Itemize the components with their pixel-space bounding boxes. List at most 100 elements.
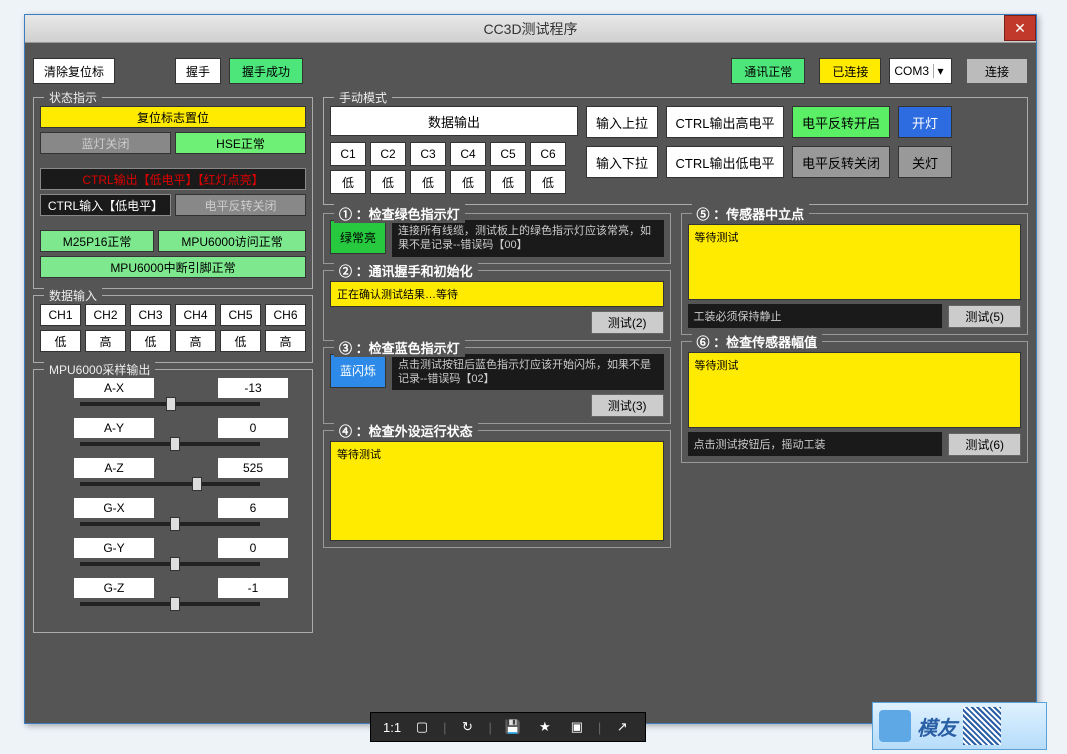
- mpu-3-value: 6: [218, 498, 288, 518]
- step-4: ④ ：检查外设运行状态 等待测试: [323, 430, 671, 548]
- input-pulldown-button[interactable]: 输入下拉: [586, 146, 658, 178]
- c3-button[interactable]: C3: [410, 142, 446, 166]
- step-2-title: ② ：通讯握手和初始化: [334, 261, 478, 280]
- ch3-label: CH3: [130, 304, 171, 326]
- c3-lo[interactable]: 低: [410, 170, 446, 194]
- test-6-button[interactable]: 测试(6): [948, 433, 1021, 456]
- ch4-val: 高: [175, 330, 216, 352]
- mpu-4-slider[interactable]: [80, 562, 260, 566]
- c4-button[interactable]: C4: [450, 142, 486, 166]
- ch1-val: 低: [40, 330, 81, 352]
- c6-lo[interactable]: 低: [530, 170, 566, 194]
- port-combo[interactable]: COM3 ▾: [889, 58, 952, 84]
- ch1-label: CH1: [40, 304, 81, 326]
- c2-button[interactable]: C2: [370, 142, 406, 166]
- clear-reset-button[interactable]: 清除复位标: [33, 58, 115, 84]
- mpu-4-label: G-Y: [74, 538, 154, 558]
- mpu-int-status: MPU6000中断引脚正常: [40, 256, 306, 278]
- handshake-button[interactable]: 握手: [175, 58, 221, 84]
- top-toolbar: 清除复位标 握手 握手成功 通讯正常 已连接 COM3▾ 连接: [33, 51, 1028, 91]
- step-5-info: 工装必须保持静止: [688, 304, 943, 328]
- step-3: ③ ：检查蓝色指示灯 蓝闪烁 点击测试按钮后蓝色指示灯应该开始闪烁，如果不是记录…: [323, 347, 671, 425]
- share-icon[interactable]: ↗: [611, 716, 633, 738]
- titlebar: CC3D测试程序 ✕: [25, 15, 1036, 43]
- c1-lo[interactable]: 低: [330, 170, 366, 194]
- mpu-row-a-y: A-Y 0: [40, 418, 306, 438]
- hse-status: HSE正常: [175, 132, 306, 154]
- level-inv-on-button[interactable]: 电平反转开启: [792, 106, 890, 138]
- close-button[interactable]: ✕: [1004, 15, 1036, 41]
- light-on-button[interactable]: 开灯: [898, 106, 952, 138]
- window-title: CC3D测试程序: [483, 19, 577, 39]
- step-5-title: ⑤ ：传感器中立点: [692, 204, 810, 223]
- data-input-panel: 数据输入 CH1 CH2 CH3 CH4 CH5 CH6 低 高 低 高: [33, 295, 313, 363]
- step-6-title: ⑥ ：检查传感器幅值: [692, 332, 823, 351]
- mpu-row-g-z: G-Z -1: [40, 578, 306, 598]
- data-input-title: 数据输入: [44, 287, 102, 304]
- mpu-1-slider[interactable]: [80, 442, 260, 446]
- step-2: ② ：通讯握手和初始化 正在确认测试结果…等待 测试(2): [323, 270, 671, 341]
- viewer-toolbar: 1:1 ▢ | ↻ | 💾 ★ ▣ | ↗: [370, 712, 646, 742]
- mpu-1-value: 0: [218, 418, 288, 438]
- footer-logo: 模友: [872, 702, 1047, 750]
- ch6-label: CH6: [265, 304, 306, 326]
- rotate-icon[interactable]: ↻: [456, 716, 478, 738]
- star-icon[interactable]: ★: [534, 716, 556, 738]
- mpu-0-value: -13: [218, 378, 288, 398]
- data-out-button[interactable]: 数据输出: [330, 106, 578, 136]
- step-6: ⑥ ：检查传感器幅值 等待测试 点击测试按钮后，摇动工装 测试(6): [681, 341, 1029, 463]
- ctrl-lo-button[interactable]: CTRL输出低电平: [666, 146, 784, 178]
- c2-lo[interactable]: 低: [370, 170, 406, 194]
- c5-lo[interactable]: 低: [490, 170, 526, 194]
- step-1-desc: 连接所有线缆，测试板上的绿色指示灯应该常亮，如果不是记录--错误码【00】: [392, 220, 664, 257]
- ch5-label: CH5: [220, 304, 261, 326]
- c5-button[interactable]: C5: [490, 142, 526, 166]
- stop-icon[interactable]: ▣: [566, 716, 588, 738]
- step-3-desc: 点击测试按钮后蓝色指示灯应该开始闪烁，如果不是记录--错误码【02】: [392, 354, 664, 391]
- mpu-5-slider[interactable]: [80, 602, 260, 606]
- zoom-ratio: 1:1: [383, 720, 401, 735]
- mpu-row-a-x: A-X -13: [40, 378, 306, 398]
- save-icon[interactable]: 💾: [502, 716, 524, 738]
- step-1-title: ① ：检查绿色指示灯: [334, 204, 465, 223]
- comm-status: 通讯正常: [731, 58, 805, 84]
- test-3-button[interactable]: 测试(3): [591, 394, 664, 417]
- step-5: ⑤ ：传感器中立点 等待测试 工装必须保持静止 测试(5): [681, 213, 1029, 335]
- mpu-3-label: G-X: [74, 498, 154, 518]
- chevron-down-icon: ▾: [933, 64, 947, 78]
- light-off-button[interactable]: 关灯: [898, 146, 952, 178]
- mpu-3-slider[interactable]: [80, 522, 260, 526]
- ctrl-hi-button[interactable]: CTRL输出高电平: [666, 106, 784, 138]
- connect-button[interactable]: 连接: [966, 58, 1028, 84]
- status-panel-title: 状态指示: [44, 89, 102, 106]
- logo-icon: [879, 710, 911, 742]
- test-2-button[interactable]: 测试(2): [591, 311, 664, 334]
- ch2-val: 高: [85, 330, 126, 352]
- c1-button[interactable]: C1: [330, 142, 366, 166]
- mpu-4-value: 0: [218, 538, 288, 558]
- mpu-row-a-z: A-Z 525: [40, 458, 306, 478]
- step-1: ① ：检查绿色指示灯 绿常亮 连接所有线缆，测试板上的绿色指示灯应该常亮，如果不…: [323, 213, 671, 264]
- mpu-panel: MPU6000采样输出 A-X -13 A-Y 0 A-Z 525: [33, 369, 313, 633]
- c4-lo[interactable]: 低: [450, 170, 486, 194]
- status-panel: 状态指示 复位标志置位 蓝灯关闭 HSE正常 CTRL输出【低电平】【红灯点亮】…: [33, 97, 313, 289]
- m25p16-status: M25P16正常: [40, 230, 154, 252]
- mpu-2-slider[interactable]: [80, 482, 260, 486]
- fit-icon[interactable]: ▢: [411, 716, 433, 738]
- mpu-2-label: A-Z: [74, 458, 154, 478]
- ch2-label: CH2: [85, 304, 126, 326]
- mpu-5-label: G-Z: [74, 578, 154, 598]
- test-5-button[interactable]: 测试(5): [948, 305, 1021, 328]
- input-pullup-button[interactable]: 输入上拉: [586, 106, 658, 138]
- ch4-label: CH4: [175, 304, 216, 326]
- ctrl-in-status: CTRL输入【低电平】: [40, 194, 171, 216]
- manual-panel: 手动模式 数据输出 C1 C2 C3 C4 C5 C6: [323, 97, 1028, 205]
- mpu-1-label: A-Y: [74, 418, 154, 438]
- c6-button[interactable]: C6: [530, 142, 566, 166]
- level-inv-off-button[interactable]: 电平反转关闭: [792, 146, 890, 178]
- mpu-0-slider[interactable]: [80, 402, 260, 406]
- port-value: COM3: [894, 64, 929, 78]
- connection-status: 已连接: [819, 58, 881, 84]
- mpu-panel-title: MPU6000采样输出: [44, 361, 155, 378]
- step-1-tag: 绿常亮: [330, 220, 386, 254]
